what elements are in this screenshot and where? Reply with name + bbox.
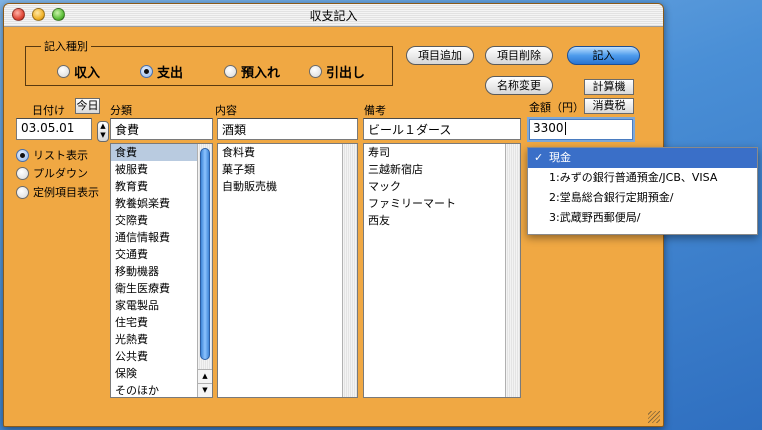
note-label: 備考 bbox=[364, 104, 386, 117]
radio-circle-icon[interactable] bbox=[57, 65, 70, 78]
note-list-item[interactable]: マック bbox=[364, 178, 520, 195]
submit-button[interactable]: 記入 bbox=[567, 46, 640, 65]
note-scrollbar[interactable] bbox=[505, 144, 520, 397]
today-button[interactable]: 今日 bbox=[75, 98, 100, 114]
date-stepper[interactable]: ▲ ▼ bbox=[97, 121, 109, 142]
rename-button[interactable]: 名称変更 bbox=[485, 76, 553, 95]
stepper-up-icon[interactable]: ▲ bbox=[98, 122, 108, 131]
amount-field[interactable]: 3300 bbox=[527, 117, 635, 142]
radio-selected-icon[interactable] bbox=[16, 148, 29, 162]
note-list[interactable]: 寿司 三越新宿店 マック ファミリーマート 西友 bbox=[363, 143, 521, 398]
radio-selected-icon[interactable] bbox=[140, 65, 153, 78]
category-scrollbar[interactable]: ▲ ▼ bbox=[197, 144, 212, 397]
content-field[interactable]: 酒類 bbox=[217, 118, 358, 140]
category-label: 分類 bbox=[110, 104, 132, 117]
account-menu-item[interactable]: 3:武蔵野西郵便局/ bbox=[528, 208, 757, 228]
radio-circle-icon[interactable] bbox=[224, 65, 237, 78]
window-title: 収支記入 bbox=[309, 9, 358, 23]
account-menu-item-label: 2:堂島総合銀行定期預金/ bbox=[549, 191, 674, 204]
note-field[interactable]: ビール１ダース bbox=[363, 118, 521, 140]
content-list-item[interactable]: 食料費 bbox=[218, 144, 357, 161]
content-list-item[interactable]: 自動販売機 bbox=[218, 178, 357, 195]
radio-deposit[interactable]: 預入れ bbox=[224, 62, 280, 81]
date-label: 日付け bbox=[32, 104, 65, 117]
amount-label: 金額（円） bbox=[529, 101, 584, 114]
radio-list-view[interactable]: リスト表示 bbox=[16, 147, 88, 163]
radio-circle-icon[interactable] bbox=[16, 185, 29, 199]
tax-button[interactable]: 消費税 bbox=[584, 98, 634, 114]
radio-pulldown-view[interactable]: プルダウン bbox=[16, 165, 88, 181]
account-menu-item[interactable]: ✓ 現金 bbox=[528, 148, 757, 168]
radio-circle-icon[interactable] bbox=[309, 65, 322, 78]
category-list[interactable]: 食費 被服費 教育費 教養娯楽費 交際費 通信情報費 交通費 移動機器 衛生医療費 家電製品 住宅費… bbox=[110, 143, 213, 398]
content-scrollbar[interactable] bbox=[342, 144, 357, 397]
scroll-up-icon[interactable]: ▲ bbox=[198, 369, 212, 383]
radio-income[interactable]: 収入 bbox=[57, 62, 100, 81]
calculator-button[interactable]: 計算機 bbox=[584, 79, 634, 95]
radio-expense[interactable]: 支出 bbox=[140, 62, 183, 81]
account-menu-item[interactable]: 2:堂島総合銀行定期預金/ bbox=[528, 188, 757, 208]
content-label: 内容 bbox=[215, 104, 237, 117]
add-item-button[interactable]: 項目追加 bbox=[406, 46, 474, 65]
stepper-down-icon[interactable]: ▼ bbox=[98, 131, 108, 140]
radio-withdrawal[interactable]: 引出し bbox=[309, 62, 365, 81]
entry-type-label: 記入種別 bbox=[41, 38, 91, 54]
amount-value: 3300 bbox=[533, 121, 564, 135]
date-field[interactable]: 03.05.01 bbox=[16, 118, 92, 140]
account-menu-item[interactable]: 1:みずの銀行普通預金/JCB、VISA bbox=[528, 168, 757, 188]
radio-circle-icon[interactable] bbox=[16, 166, 29, 180]
account-menu-item-label: 3:武蔵野西郵便局/ bbox=[549, 211, 641, 224]
note-list-item[interactable]: 三越新宿店 bbox=[364, 161, 520, 178]
note-list-item[interactable]: ファミリーマート bbox=[364, 195, 520, 212]
account-menu-item-label: 1:みずの銀行普通預金/JCB、VISA bbox=[549, 171, 718, 184]
radio-recurring-view[interactable]: 定例項目表示 bbox=[16, 184, 99, 200]
text-caret bbox=[564, 122, 566, 135]
scroll-thumb[interactable] bbox=[200, 148, 210, 360]
note-list-item[interactable]: 寿司 bbox=[364, 144, 520, 161]
content-list-item[interactable]: 菓子類 bbox=[218, 161, 357, 178]
note-list-item[interactable]: 西友 bbox=[364, 212, 520, 229]
account-popup-menu[interactable]: ✓ 現金 1:みずの銀行普通預金/JCB、VISA 2:堂島総合銀行定期預金/3:武蔵… bbox=[527, 147, 758, 235]
category-field[interactable]: 食費 bbox=[110, 118, 213, 140]
title-bar[interactable]: 収支記入 bbox=[4, 4, 663, 27]
resize-grip-icon[interactable] bbox=[648, 411, 660, 423]
account-menu-item-label: 現金 bbox=[549, 151, 571, 164]
delete-item-button[interactable]: 項目削除 bbox=[485, 46, 553, 65]
scroll-down-icon[interactable]: ▼ bbox=[198, 383, 212, 397]
checkmark-icon: ✓ bbox=[534, 151, 544, 164]
content-list[interactable]: 食料費 菓子類 自動販売機 bbox=[217, 143, 358, 398]
